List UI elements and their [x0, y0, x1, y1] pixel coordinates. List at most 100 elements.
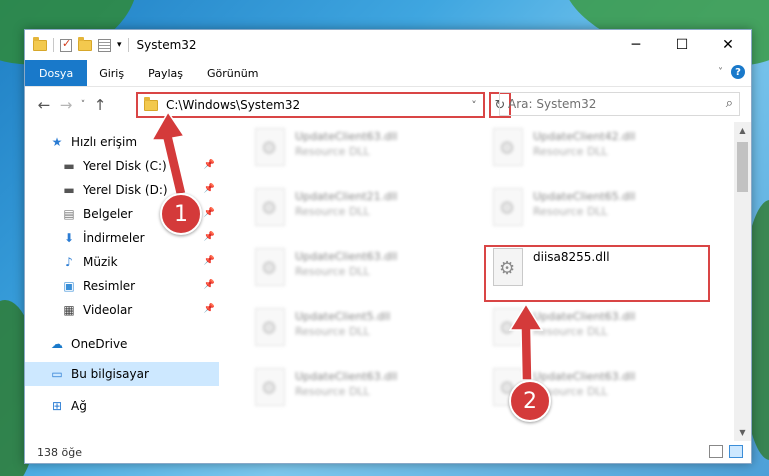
view-toggle — [709, 445, 743, 458]
dll-file-icon: ⚙ — [249, 246, 289, 290]
dll-file-icon: ⚙ — [249, 126, 289, 170]
toolbar-divider — [53, 38, 54, 52]
navigation-pane: ★ Hızlı erişim ▬ Yerel Disk (C:) 📌 ▬ Yer… — [25, 122, 219, 441]
file-description: Resource DLL — [295, 265, 370, 278]
quick-access-toolbar: ▾ — [25, 30, 129, 60]
tab-paylas[interactable]: Paylaş — [136, 60, 195, 86]
help-icon[interactable]: ? — [731, 65, 745, 79]
sidebar-item-label: Hızlı erişim — [71, 135, 138, 149]
file-description: Resource DLL — [533, 145, 608, 158]
file-name: UpdateClient65.dll — [533, 190, 636, 203]
list-item[interactable]: ⚙ UpdateClient63.dll Resource DLL — [249, 246, 459, 292]
target-file-highlight — [484, 245, 710, 302]
pictures-icon: ▣ — [63, 279, 75, 293]
status-bar: 138 öğe — [25, 441, 751, 463]
file-name: UpdateClient63.dll — [295, 370, 398, 383]
sidebar-item-label: Resimler — [83, 279, 136, 293]
pin-icon[interactable]: 📌 — [204, 280, 215, 290]
scroll-up-icon[interactable]: ▲ — [734, 122, 751, 139]
list-item[interactable]: ⚙ UpdateClient63.dll Resource DLL — [249, 366, 459, 412]
sidebar-item-music[interactable]: ♪ Müzik 📌 — [25, 250, 219, 274]
search-input[interactable]: Ara: System32 ⌕ — [499, 92, 740, 116]
list-item[interactable]: ⚙ UpdateClient65.dll Resource DLL — [487, 186, 697, 232]
dll-file-icon: ⚙ — [487, 126, 527, 170]
address-bar[interactable]: C:\Windows\System32 ˅ — [136, 92, 485, 118]
sidebar-item-network[interactable]: ⊞ Ağ — [25, 394, 219, 418]
tab-gorunum[interactable]: Görünüm — [195, 60, 270, 86]
drive-icon: ▬ — [63, 159, 75, 173]
document-icon: ▤ — [63, 207, 75, 221]
list-item[interactable]: ⚙ UpdateClient21.dll Resource DLL — [249, 186, 459, 232]
pin-icon[interactable]: 📌 — [204, 232, 215, 242]
file-description: Resource DLL — [295, 325, 370, 338]
toolbar-divider — [127, 38, 129, 52]
pin-icon[interactable]: 📌 — [204, 304, 215, 314]
chevron-down-icon[interactable]: ▾ — [117, 40, 122, 50]
sidebar-item-label: Müzik — [83, 255, 118, 269]
list-item[interactable]: ⚙ UpdateClient63.dll Resource DLL — [487, 306, 697, 352]
sidebar-item-pictures[interactable]: ▣ Resimler 📌 — [25, 274, 219, 298]
folder-icon[interactable] — [33, 36, 47, 51]
file-description: Resource DLL — [533, 325, 608, 338]
folder-icon — [144, 96, 158, 111]
address-path[interactable]: C:\Windows\System32 — [166, 98, 465, 112]
pin-icon[interactable]: 📌 — [204, 208, 215, 218]
tiles-view-icon[interactable] — [729, 445, 743, 458]
expand-ribbon-icon[interactable]: ˅ — [718, 67, 723, 78]
list-item[interactable]: ⚙ UpdateClient5.dll Resource DLL — [249, 306, 459, 352]
callout-badge-1: 1 — [160, 193, 202, 235]
file-name: UpdateClient63.dll — [295, 130, 398, 143]
video-icon: ▦ — [63, 303, 75, 317]
dll-file-icon: ⚙ — [249, 306, 289, 350]
file-name: UpdateClient63.dll — [533, 310, 636, 323]
dll-file-icon: ⚙ — [487, 306, 527, 350]
sidebar-item-onedrive[interactable]: ☁ OneDrive — [25, 332, 219, 356]
pin-icon[interactable]: 📌 — [204, 160, 215, 170]
maximize-button[interactable]: ☐ — [659, 30, 705, 60]
dll-file-icon: ⚙ — [487, 186, 527, 230]
new-folder-icon[interactable] — [78, 36, 92, 51]
dll-file-icon: ⚙ — [249, 366, 289, 410]
scrollbar-thumb[interactable] — [737, 142, 748, 192]
network-icon: ⊞ — [51, 399, 63, 413]
pin-icon[interactable]: 📌 — [204, 256, 215, 266]
tab-giris[interactable]: Giriş — [87, 60, 136, 86]
recent-locations-button[interactable]: ˅ — [77, 100, 89, 110]
cloud-icon: ☁ — [51, 337, 63, 351]
sidebar-item-videos[interactable]: ▦ Videolar 📌 — [25, 298, 219, 322]
tab-dosya[interactable]: Dosya — [25, 60, 88, 86]
details-view-icon[interactable] — [709, 445, 723, 458]
list-item[interactable]: ⚙ UpdateClient42.dll Resource DLL — [487, 126, 697, 172]
customize-icon[interactable] — [98, 38, 111, 52]
sidebar-item-label: Yerel Disk (C:) — [83, 159, 167, 173]
search-icon[interactable]: ⌕ — [726, 96, 733, 111]
file-description: Resource DLL — [295, 205, 370, 218]
sidebar-item-label: Yerel Disk (D:) — [83, 183, 168, 197]
properties-check-icon[interactable] — [60, 37, 72, 52]
sidebar-item-label: OneDrive — [71, 337, 128, 351]
sidebar-item-quick-access[interactable]: ★ Hızlı erişim — [25, 130, 219, 154]
file-name: UpdateClient63.dll — [533, 370, 636, 383]
close-button[interactable]: ✕ — [705, 30, 751, 60]
sidebar-item-this-pc[interactable]: ▭ Bu bilgisayar — [25, 362, 219, 386]
sidebar-item-label: İndirmeler — [83, 231, 145, 245]
vertical-scrollbar[interactable]: ▲ ▼ — [734, 122, 751, 441]
scroll-down-icon[interactable]: ▼ — [734, 424, 751, 441]
file-name: UpdateClient21.dll — [295, 190, 398, 203]
search-placeholder: Ara: System32 — [508, 97, 597, 111]
sidebar-item-local-disk-c[interactable]: ▬ Yerel Disk (C:) 📌 — [25, 154, 219, 178]
star-icon: ★ — [51, 135, 63, 149]
dll-file-icon: ⚙ — [249, 186, 289, 230]
download-icon: ⬇ — [63, 231, 75, 245]
up-button[interactable]: ↑ — [89, 96, 111, 114]
list-item[interactable]: ⚙ UpdateClient63.dll Resource DLL — [249, 126, 459, 172]
drive-icon: ▬ — [63, 183, 75, 197]
pin-icon[interactable]: 📌 — [204, 184, 215, 194]
back-button[interactable]: ← — [33, 96, 55, 114]
forward-button[interactable]: → — [55, 96, 77, 114]
file-description: Resource DLL — [295, 385, 370, 398]
chevron-down-icon[interactable]: ˅ — [465, 99, 483, 112]
minimize-button[interactable]: ─ — [613, 30, 659, 60]
